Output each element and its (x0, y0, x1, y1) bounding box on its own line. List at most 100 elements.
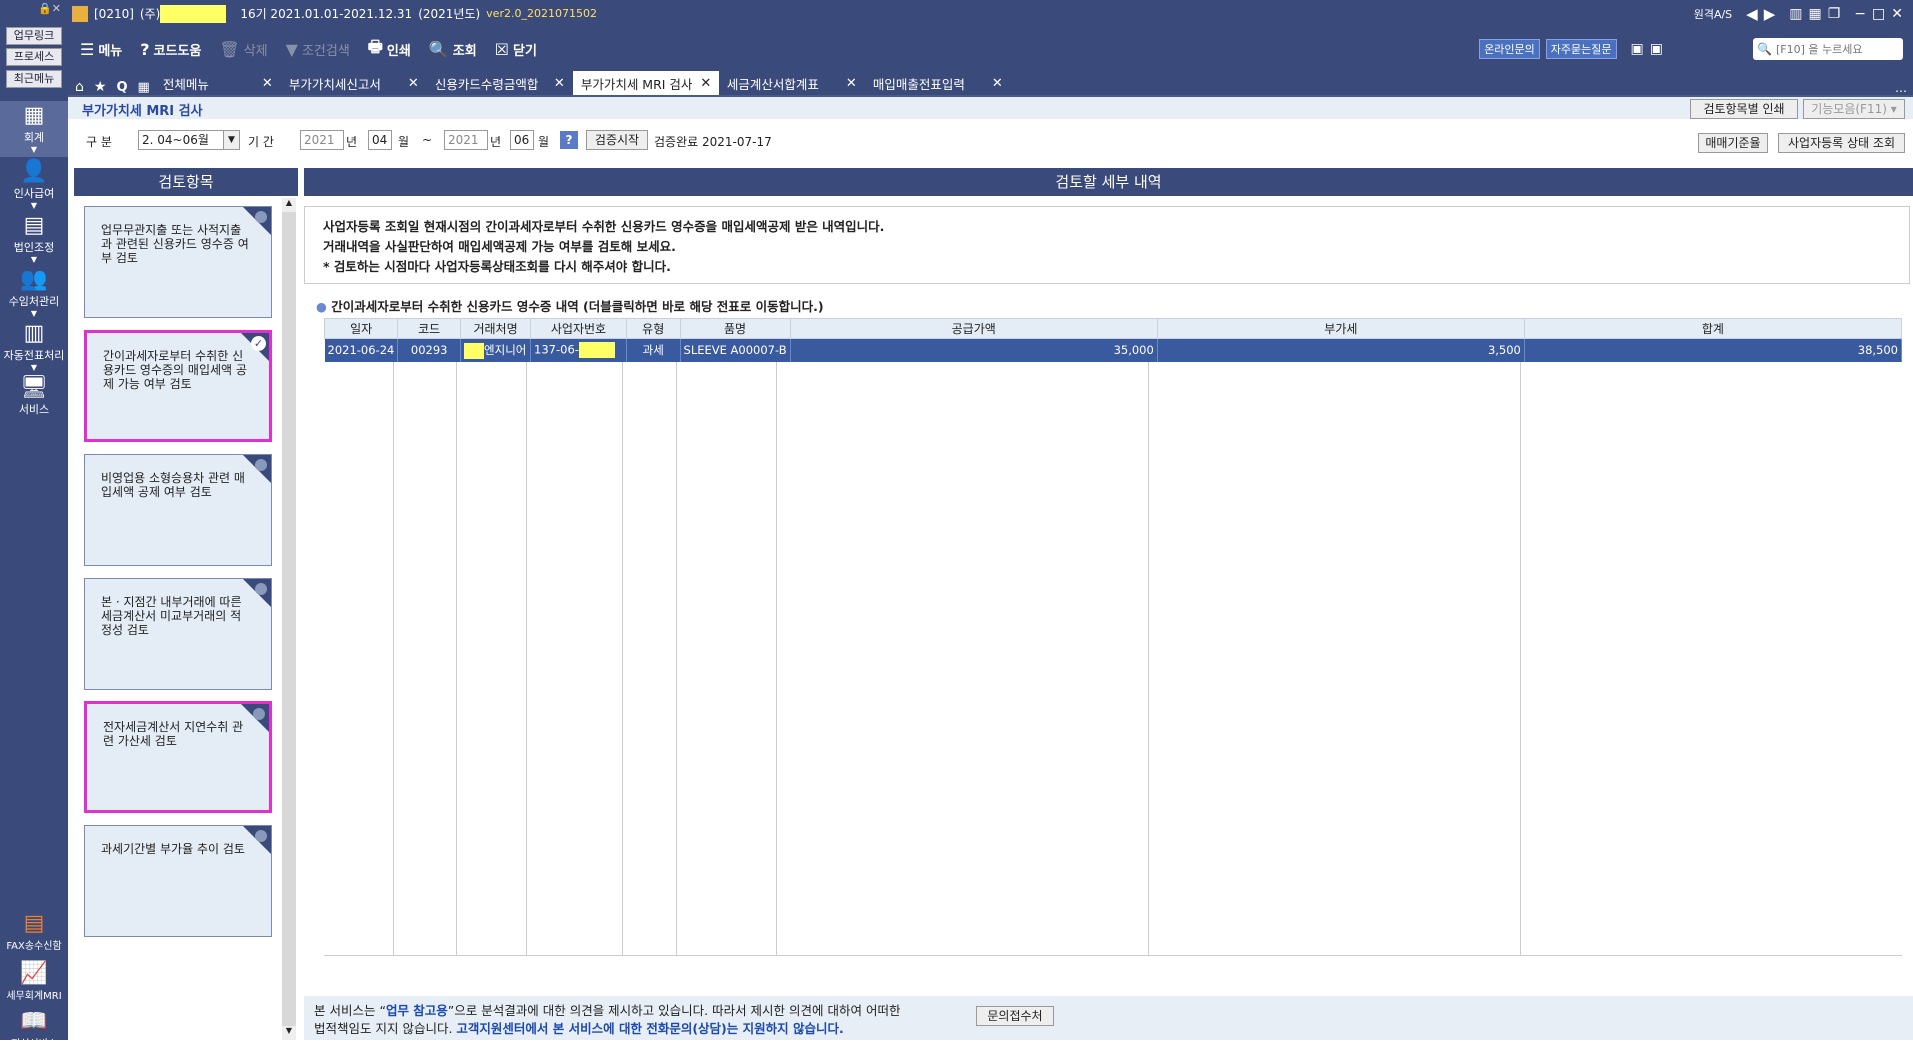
gubun-select[interactable]: 2. 04~06월 ▼ (138, 130, 240, 150)
scroll-up-icon[interactable]: ▲ (282, 198, 296, 212)
filter-icon: ▼ (285, 39, 298, 59)
help-question-icon[interactable]: ? (560, 131, 578, 149)
menu-search-input[interactable] (1775, 42, 1896, 56)
nav-corporate-adjust[interactable]: ▤ 법인조정 ▼ (0, 213, 68, 264)
col-item[interactable]: 품명 (679, 318, 791, 339)
lookup-button[interactable]: 🔍 조회 (429, 34, 477, 64)
year-to-input[interactable]: 2021 (444, 130, 488, 150)
tab-vat-mri[interactable]: 부가가치세 MRI 검사 ✕ (572, 71, 719, 95)
back-arrow-icon[interactable]: ◀ (1746, 5, 1758, 23)
person-icon: 👤 (20, 159, 48, 184)
layout-alt-icon[interactable]: ▣ (1650, 34, 1663, 64)
title-bar: [0210] (주) 16기 2021.01.01-2021.12.31 (20… (0, 0, 1913, 27)
nav-service[interactable]: 🖥 서비스 (0, 375, 68, 417)
tab-close-icon[interactable]: ✕ (846, 76, 857, 91)
year-from-input[interactable]: 2021 (300, 130, 344, 150)
code-help-button[interactable]: ? 코드도움 (140, 34, 201, 64)
cell-code: 00293 (397, 338, 462, 362)
client-icon: 👥 (20, 267, 48, 292)
review-card-selected[interactable]: ✓ 간이과세자로부터 수취한 신용카드 영수증의 매입세액 공제 가능 여부 검토 (84, 330, 272, 442)
home-icon[interactable]: ⌂ (70, 79, 89, 95)
fiscal-year: (2021년도) (418, 7, 481, 21)
month-to-input[interactable]: 06 (510, 130, 534, 150)
online-inquiry-button[interactable]: 온라인문의 (1479, 39, 1540, 59)
status-dot-icon (255, 459, 267, 471)
col-supply[interactable]: 공급가액 (789, 318, 1158, 339)
nav-client-management[interactable]: 👥 수임처관리 ▼ (0, 267, 68, 318)
review-card[interactable]: 과세기간별 부가율 추이 검토 (84, 825, 272, 937)
tab-close-icon[interactable]: ✕ (262, 76, 273, 91)
status-dot-icon (253, 708, 265, 720)
col-code[interactable]: 코드 (397, 318, 462, 339)
review-card-selected[interactable]: 전자세금계산서 지연수취 관련 가산세 검토 (84, 701, 272, 813)
col-bizno[interactable]: 사업자번호 (530, 318, 627, 339)
col-type[interactable]: 유형 (625, 318, 681, 339)
maximize-icon[interactable]: □ (1872, 6, 1885, 22)
minimize-icon[interactable]: − (1854, 6, 1866, 22)
more-tabs-icon[interactable]: … (1889, 81, 1913, 95)
tab-close-icon[interactable]: ✕ (700, 76, 711, 91)
question-icon: ? (140, 39, 150, 59)
chevron-down-icon[interactable]: ▼ (223, 131, 239, 149)
tab-close-icon[interactable]: ✕ (992, 76, 1003, 91)
menu-search-box[interactable]: 🔍 (1753, 38, 1903, 60)
nav-payroll[interactable]: 👤 인사급여 ▼ (0, 159, 68, 210)
review-card[interactable]: 비영업용 소형승용차 관련 매입세액 공제 여부 검토 (84, 454, 272, 566)
monitor-icon: 🖥 (20, 375, 48, 400)
star-icon[interactable]: ★ (89, 79, 112, 95)
contact-button[interactable]: 문의접수처 (976, 1006, 1054, 1026)
redacted-block (578, 342, 615, 359)
nav-knowledge[interactable]: 📖 지식서비스 (0, 1009, 68, 1050)
tab-vat-return[interactable]: 부가가치세신고서 ✕ (281, 71, 427, 95)
tilde: ~ (422, 133, 433, 147)
print-button[interactable]: 🖶 인쇄 (368, 34, 411, 64)
grid-icon[interactable]: ▦ (1809, 6, 1822, 22)
col-vat[interactable]: 부가세 (1156, 318, 1525, 339)
quick-link-button[interactable]: 업무링크 (6, 27, 62, 45)
forward-arrow-icon[interactable]: ▶ (1764, 5, 1776, 23)
page-header (68, 97, 1913, 119)
menu-button[interactable]: ☰ 메뉴 (80, 34, 122, 64)
calendar-icon[interactable]: ▦ (133, 80, 155, 95)
query-icon[interactable]: Q (111, 80, 132, 95)
tab-all-menu[interactable]: 전체메뉴 ✕ (155, 71, 281, 95)
print-by-item-button[interactable]: 검토항목별 인쇄 (1690, 99, 1798, 119)
condition-search-button[interactable]: ▼ 조건검색 (286, 34, 350, 64)
month-from-input[interactable]: 04 (368, 130, 392, 150)
windows-icon[interactable]: ❐ (1828, 6, 1841, 22)
scroll-down-icon[interactable]: ▼ (282, 1026, 296, 1040)
delete-button[interactable]: 🗑 삭제 (219, 34, 267, 64)
col-vendor[interactable]: 거래처명 (460, 318, 532, 339)
tab-tax-invoice-summary[interactable]: 세금계산서합계표 ✕ (719, 71, 865, 95)
col-total[interactable]: 합계 (1523, 318, 1903, 339)
tab-close-icon[interactable]: ✕ (554, 76, 565, 91)
layout-icon[interactable]: ▣ (1631, 34, 1644, 64)
remote-support-button[interactable]: 원격A/S (1694, 6, 1732, 22)
company-code: [0210] (94, 6, 134, 21)
biz-status-lookup-button[interactable]: 사업자등록 상태 조회 (1778, 133, 1905, 153)
cell-date: 2021-06-24 (324, 338, 399, 362)
tab-close-icon[interactable]: ✕ (408, 76, 419, 91)
recent-menu-button[interactable]: 최근메뉴 (6, 70, 62, 88)
nav-tax-mri[interactable]: 📈 세무회계MRI (0, 961, 68, 1002)
trade-standard-rate-button[interactable]: 매매기준율 (1698, 133, 1768, 153)
review-card[interactable]: 본 · 지점간 내부거래에 따른 세금계산서 미교부거래의 적정성 검토 (84, 578, 272, 690)
process-button[interactable]: 프로세스 (6, 48, 62, 66)
col-date[interactable]: 일자 (323, 318, 399, 339)
review-card[interactable]: 업무무관지출 또는 사적지출과 관련된 신용카드 영수증 여부 검토 (84, 206, 272, 318)
table-row[interactable]: 2021-06-24 00293 엔지니어 137-06- 과세 SLEEVE … (324, 338, 1903, 362)
book-icon[interactable]: ▥ (1789, 6, 1802, 22)
nav-auto-slip[interactable]: ▥ 자동전표처리 ▼ (0, 321, 68, 372)
bullet-icon: ● (316, 299, 327, 314)
close-button[interactable]: ☒ 닫기 (495, 34, 537, 64)
close-window-icon[interactable]: ✕ (1891, 6, 1903, 22)
function-collection-button[interactable]: 기능모음(F11) ▾ (1803, 99, 1905, 119)
tab-credit-card-total[interactable]: 신용카드수령금액합 ✕ (427, 71, 573, 95)
nav-accounting[interactable]: ▦ 회계 ▼ (0, 101, 68, 157)
start-verify-button[interactable]: 검증시작 (586, 130, 648, 150)
nav-fax[interactable]: ▤ FAX송수신함 (0, 911, 68, 952)
tab-sales-purchase-entry[interactable]: 매입매출전표입력 ✕ (865, 71, 1011, 95)
left-scrollbar[interactable]: ▲ ▼ (282, 198, 296, 1040)
lock-icon[interactable]: 🔒✕ (38, 2, 61, 15)
faq-button[interactable]: 자주묻는질문 (1545, 39, 1617, 59)
